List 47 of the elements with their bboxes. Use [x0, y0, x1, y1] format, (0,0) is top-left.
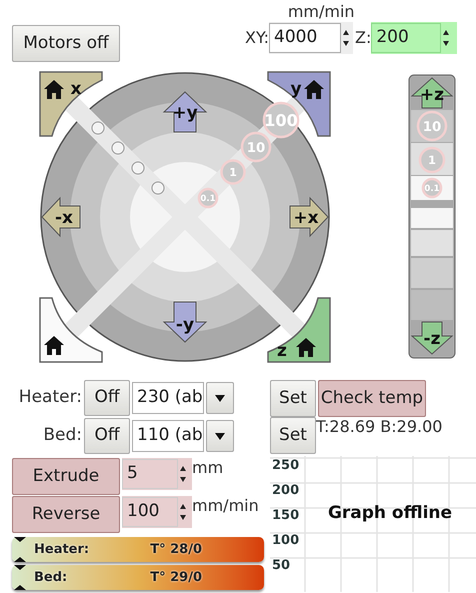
move-z-up-arrow-button[interactable]: +z	[410, 77, 454, 108]
gauge-reading: T° 28/0	[150, 540, 202, 559]
temperature-readout: T:28.69 B:29.00	[316, 417, 442, 437]
temperature-input[interactable]: 110 (ab	[132, 420, 204, 452]
move-z-down-arrow-button[interactable]: -z	[410, 322, 454, 355]
target-marker-icon	[14, 537, 28, 562]
graph-tick-label: 150	[272, 508, 300, 523]
graph-tick-label: 200	[272, 483, 300, 498]
set-button[interactable]: Set	[270, 417, 316, 454]
unit-label: mm	[192, 458, 224, 478]
graph-tick-label: 250	[272, 458, 300, 473]
motors-off-button[interactable]: Motors off	[12, 25, 120, 62]
z-speed-label: Z:	[355, 27, 372, 49]
check-temp-button[interactable]: Check temp	[318, 380, 426, 417]
graph-offline-message: Graph offline	[328, 503, 452, 523]
move-up-arrow-button[interactable]: +y	[162, 91, 208, 132]
gauge-label: Bed:	[34, 568, 68, 587]
dropdown-button[interactable]	[206, 382, 234, 414]
move-down-arrow-button[interactable]: -y	[162, 302, 208, 343]
off-button[interactable]: Off	[84, 380, 130, 416]
speed-unit-label: mm/min	[288, 2, 355, 22]
set-button[interactable]: Set	[270, 380, 316, 417]
xy-speed-input[interactable]: 4000	[269, 22, 353, 54]
off-button[interactable]: Off	[84, 418, 130, 454]
gauge-label: Heater:	[34, 540, 90, 559]
temperature-label: Heater:	[18, 386, 83, 410]
caret-icon	[215, 432, 225, 440]
amount-input[interactable]: 5	[122, 458, 192, 490]
xy-speed-label: XY:	[245, 27, 269, 49]
target-marker-icon	[14, 565, 28, 590]
amount-input[interactable]: 100	[122, 496, 192, 528]
gauge-reading: T° 29/0	[150, 568, 202, 587]
graph-tick-label: 100	[272, 533, 300, 548]
graph-tick-label: 50	[272, 558, 290, 573]
move-right-arrow-button[interactable]: +x	[290, 196, 329, 238]
home-x-button[interactable]: x	[39, 71, 103, 137]
dropdown-button[interactable]	[206, 420, 234, 452]
temperature-input[interactable]: 230 (ab	[132, 382, 204, 414]
temperature-label: Bed:	[42, 424, 83, 448]
z-speed-input[interactable]: 200	[371, 22, 458, 54]
move-left-arrow-button[interactable]: -x	[41, 196, 80, 238]
caret-icon	[215, 394, 225, 402]
home-all-button[interactable]	[39, 297, 103, 363]
extrude-action-button[interactable]: Reverse	[12, 496, 120, 533]
unit-label: mm/min	[192, 496, 259, 516]
home-z-button[interactable]: z	[267, 297, 331, 363]
extrude-action-button[interactable]: Extrude	[12, 458, 120, 495]
